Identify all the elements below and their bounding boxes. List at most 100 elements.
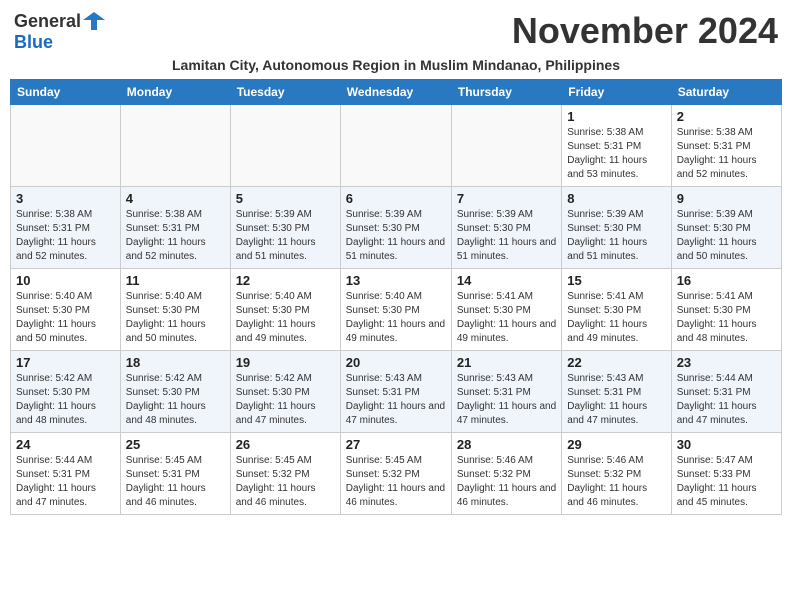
day-number: 26	[236, 437, 335, 452]
day-info: Sunrise: 5:40 AMSunset: 5:30 PMDaylight:…	[126, 290, 225, 346]
day-info: Sunrise: 5:41 AMSunset: 5:30 PMDaylight:…	[457, 290, 556, 346]
calendar-cell: 10 Sunrise: 5:40 AMSunset: 5:30 PMDayligh…	[11, 269, 121, 351]
day-info: Sunrise: 5:43 AMSunset: 5:31 PMDaylight:…	[457, 372, 556, 428]
day-number: 10	[16, 273, 115, 288]
calendar-week-row: 1 Sunrise: 5:38 AMSunset: 5:31 PMDaylight…	[11, 105, 782, 187]
day-number: 25	[126, 437, 225, 452]
logo-bird-icon	[83, 10, 105, 32]
day-info: Sunrise: 5:42 AMSunset: 5:30 PMDaylight:…	[16, 372, 115, 428]
day-info: Sunrise: 5:45 AMSunset: 5:31 PMDaylight:…	[126, 454, 225, 510]
calendar-cell: 1 Sunrise: 5:38 AMSunset: 5:31 PMDaylight…	[562, 105, 671, 187]
day-number: 24	[16, 437, 115, 452]
day-number: 4	[126, 191, 225, 206]
calendar-cell: 30 Sunrise: 5:47 AMSunset: 5:33 PMDayligh…	[671, 433, 781, 515]
day-number: 23	[677, 355, 776, 370]
calendar-cell: 22 Sunrise: 5:43 AMSunset: 5:31 PMDayligh…	[562, 351, 671, 433]
logo-general: General	[14, 11, 81, 32]
day-number: 1	[567, 109, 665, 124]
day-number: 21	[457, 355, 556, 370]
day-info: Sunrise: 5:39 AMSunset: 5:30 PMDaylight:…	[346, 208, 446, 264]
calendar-week-row: 10 Sunrise: 5:40 AMSunset: 5:30 PMDayligh…	[11, 269, 782, 351]
day-number: 20	[346, 355, 446, 370]
calendar-cell: 13 Sunrise: 5:40 AMSunset: 5:30 PMDayligh…	[340, 269, 451, 351]
col-header-friday: Friday	[562, 80, 671, 105]
day-info: Sunrise: 5:42 AMSunset: 5:30 PMDaylight:…	[126, 372, 225, 428]
day-info: Sunrise: 5:42 AMSunset: 5:30 PMDaylight:…	[236, 372, 335, 428]
day-number: 28	[457, 437, 556, 452]
day-number: 16	[677, 273, 776, 288]
calendar-cell: 6 Sunrise: 5:39 AMSunset: 5:30 PMDaylight…	[340, 187, 451, 269]
calendar-cell: 19 Sunrise: 5:42 AMSunset: 5:30 PMDayligh…	[230, 351, 340, 433]
day-info: Sunrise: 5:40 AMSunset: 5:30 PMDaylight:…	[346, 290, 446, 346]
day-info: Sunrise: 5:41 AMSunset: 5:30 PMDaylight:…	[567, 290, 665, 346]
day-number: 9	[677, 191, 776, 206]
logo-blue: Blue	[14, 32, 53, 53]
day-info: Sunrise: 5:44 AMSunset: 5:31 PMDaylight:…	[677, 372, 776, 428]
day-info: Sunrise: 5:43 AMSunset: 5:31 PMDaylight:…	[346, 372, 446, 428]
day-number: 13	[346, 273, 446, 288]
day-info: Sunrise: 5:40 AMSunset: 5:30 PMDaylight:…	[16, 290, 115, 346]
calendar-cell: 14 Sunrise: 5:41 AMSunset: 5:30 PMDayligh…	[451, 269, 561, 351]
calendar-cell: 3Sunrise: 5:38 AMSunset: 5:31 PMDaylight…	[11, 187, 121, 269]
day-number: 3	[16, 191, 115, 206]
day-number: 14	[457, 273, 556, 288]
day-info: Sunrise: 5:46 AMSunset: 5:32 PMDaylight:…	[457, 454, 556, 510]
day-number: 6	[346, 191, 446, 206]
col-header-saturday: Saturday	[671, 80, 781, 105]
calendar-cell: 18 Sunrise: 5:42 AMSunset: 5:30 PMDayligh…	[120, 351, 230, 433]
calendar-week-row: 3 Sunrise: 5:38 AMSunset: 5:31 PMDaylight…	[11, 187, 782, 269]
day-info: Sunrise: 5:38 AMSunset: 5:31 PMDaylight:…	[126, 208, 225, 264]
day-info: Sunrise: 5:45 AMSunset: 5:32 PMDaylight:…	[346, 454, 446, 510]
calendar-cell: 7 Sunrise: 5:39 AMSunset: 5:30 PMDaylight…	[451, 187, 561, 269]
col-header-tuesday: Tuesday	[230, 80, 340, 105]
day-info: Sunrise: 5:39 AMSunset: 5:30 PMDaylight:…	[567, 208, 665, 264]
day-number: 15	[567, 273, 665, 288]
calendar-cell: 8Sunrise: 5:39 AMSunset: 5:30 PMDaylight…	[562, 187, 671, 269]
month-title: November 2024	[512, 10, 778, 52]
day-info: Sunrise: 5:39 AMSunset: 5:30 PMDaylight:…	[457, 208, 556, 264]
day-info: Sunrise: 5:39 AMSunset: 5:30 PMDaylight:…	[677, 208, 776, 264]
calendar-cell: 26Sunrise: 5:45 AMSunset: 5:32 PMDayligh…	[230, 433, 340, 515]
calendar-cell: 2Sunrise: 5:38 AMSunset: 5:31 PMDaylight…	[671, 105, 781, 187]
day-number: 22	[567, 355, 665, 370]
day-number: 29	[567, 437, 665, 452]
day-info: Sunrise: 5:40 AMSunset: 5:30 PMDaylight:…	[236, 290, 335, 346]
calendar-cell	[230, 105, 340, 187]
calendar-cell: 29 Sunrise: 5:46 AMSunset: 5:32 PMDayligh…	[562, 433, 671, 515]
col-header-wednesday: Wednesday	[340, 80, 451, 105]
day-info: Sunrise: 5:39 AMSunset: 5:30 PMDaylight:…	[236, 208, 335, 264]
col-header-thursday: Thursday	[451, 80, 561, 105]
logo: General Blue	[14, 10, 105, 53]
day-number: 7	[457, 191, 556, 206]
calendar-cell: 4 Sunrise: 5:38 AMSunset: 5:31 PMDaylight…	[120, 187, 230, 269]
calendar-cell: 20 Sunrise: 5:43 AMSunset: 5:31 PMDayligh…	[340, 351, 451, 433]
day-number: 2	[677, 109, 776, 124]
calendar-cell: 21 Sunrise: 5:43 AMSunset: 5:31 PMDayligh…	[451, 351, 561, 433]
day-number: 19	[236, 355, 335, 370]
col-header-sunday: Sunday	[11, 80, 121, 105]
col-header-monday: Monday	[120, 80, 230, 105]
calendar-cell	[340, 105, 451, 187]
calendar-cell: 11 Sunrise: 5:40 AMSunset: 5:30 PMDayligh…	[120, 269, 230, 351]
calendar-cell: 15 Sunrise: 5:41 AMSunset: 5:30 PMDayligh…	[562, 269, 671, 351]
day-number: 12	[236, 273, 335, 288]
calendar-cell: 12 Sunrise: 5:40 AMSunset: 5:30 PMDayligh…	[230, 269, 340, 351]
calendar-cell: 16 Sunrise: 5:41 AMSunset: 5:30 PMDayligh…	[671, 269, 781, 351]
day-info: Sunrise: 5:46 AMSunset: 5:32 PMDaylight:…	[567, 454, 665, 510]
day-info: Sunrise: 5:43 AMSunset: 5:31 PMDaylight:…	[567, 372, 665, 428]
day-number: 5	[236, 191, 335, 206]
calendar-cell: 28 Sunrise: 5:46 AMSunset: 5:32 PMDayligh…	[451, 433, 561, 515]
calendar-week-row: 24Sunrise: 5:44 AMSunset: 5:31 PMDayligh…	[11, 433, 782, 515]
calendar-cell: 23 Sunrise: 5:44 AMSunset: 5:31 PMDayligh…	[671, 351, 781, 433]
calendar-subtitle: Lamitan City, Autonomous Region in Musli…	[10, 57, 782, 73]
day-info: Sunrise: 5:47 AMSunset: 5:33 PMDaylight:…	[677, 454, 776, 510]
calendar-cell: 27Sunrise: 5:45 AMSunset: 5:32 PMDayligh…	[340, 433, 451, 515]
day-info: Sunrise: 5:38 AMSunset: 5:31 PMDaylight:…	[567, 126, 665, 182]
day-number: 11	[126, 273, 225, 288]
day-number: 18	[126, 355, 225, 370]
page-header: General Blue November 2024	[10, 10, 782, 53]
day-number: 30	[677, 437, 776, 452]
calendar-table: SundayMondayTuesdayWednesdayThursdayFrid…	[10, 79, 782, 515]
calendar-cell	[451, 105, 561, 187]
day-info: Sunrise: 5:41 AMSunset: 5:30 PMDaylight:…	[677, 290, 776, 346]
